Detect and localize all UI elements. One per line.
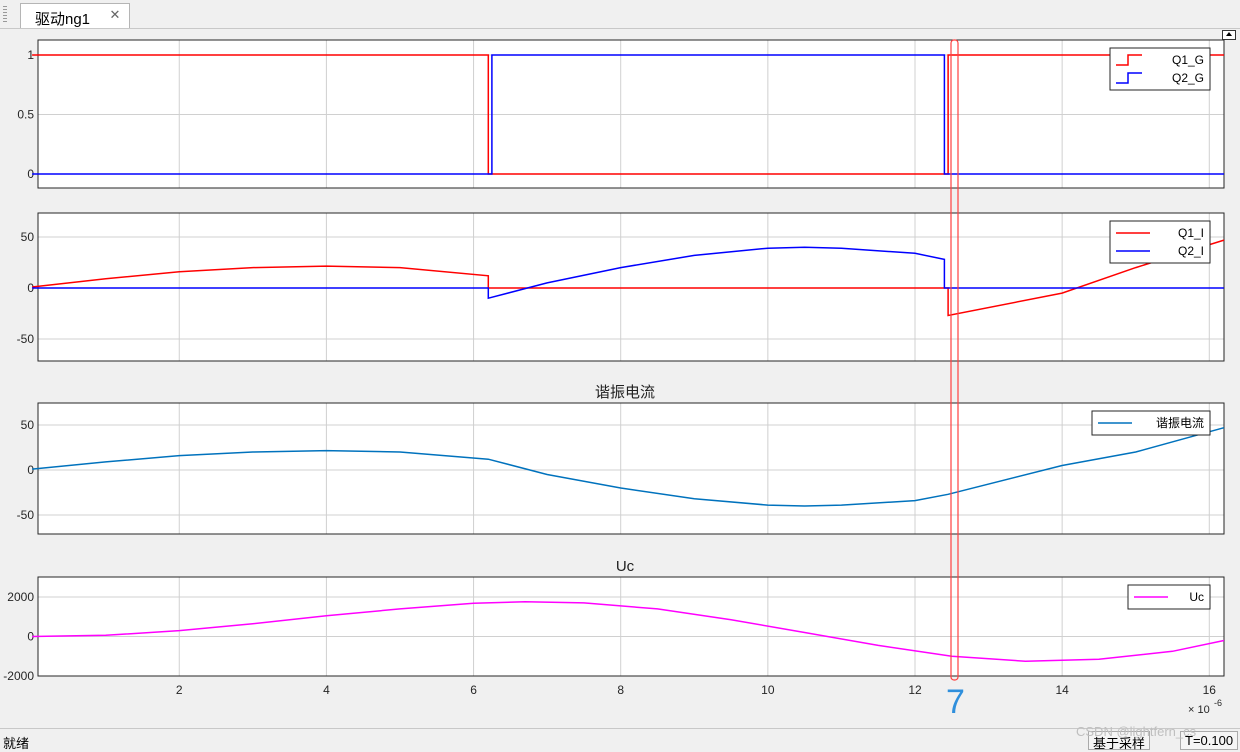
plot-area [37, 402, 1225, 535]
x-tick-label: 16 [1203, 683, 1217, 697]
y-tick-label: 0.5 [17, 108, 34, 122]
y-tick-label: -50 [17, 332, 35, 346]
legend[interactable]: Q1_G Q2_G [1109, 47, 1211, 91]
axes-panel-3[interactable]: 500-50谐振电流谐振电流 [17, 384, 1225, 535]
tab-label: 驱动ng1 [35, 11, 91, 28]
axes-panel-1[interactable]: 10.50Q1_GQ2_G [17, 39, 1225, 189]
status-text: 就绪 [3, 736, 30, 751]
x-tick-label: 8 [617, 683, 624, 697]
x-tick-label: 12 [908, 683, 922, 697]
x-tick-label: 10 [761, 683, 775, 697]
tab-scope[interactable]: 驱动ng1 ✕ [20, 3, 130, 28]
legend-label: Q2_G [1172, 71, 1204, 85]
x-tick-label: 14 [1055, 683, 1069, 697]
legend-label: Uc [1189, 590, 1204, 604]
legend-label: Q1_I [1178, 226, 1204, 240]
y-tick-label: -50 [17, 508, 35, 522]
axes-title: Uc [616, 558, 635, 575]
y-tick-label: 50 [21, 230, 35, 244]
status-bar: 就绪 基于采样 T=0.100 [0, 728, 1240, 752]
x-tick-label: 4 [323, 683, 330, 697]
axes-title: 谐振电流 [595, 384, 655, 401]
x-tick-label: 6 [470, 683, 477, 697]
tab-grip[interactable] [3, 6, 7, 22]
close-icon[interactable]: ✕ [107, 7, 123, 23]
legend-label: Q2_I [1178, 244, 1204, 258]
legend-label: Q1_G [1172, 53, 1204, 67]
x-tick-label: 2 [176, 683, 183, 697]
x-exponent-label: × 10 [1188, 704, 1210, 716]
legend[interactable]: 谐振电流 [1091, 410, 1211, 436]
y-tick-label: 50 [21, 418, 35, 432]
axes-panel-4[interactable]: 20000-2000UcUc [3, 558, 1225, 683]
legend-label: 谐振电流 [1156, 416, 1204, 430]
cursor-marker-label: 7 [946, 683, 965, 721]
legend[interactable]: Uc [1127, 584, 1211, 610]
scope-figure: 10.50Q1_GQ2_G500-50Q1_IQ2_I500-50谐振电流谐振电… [3, 39, 1225, 716]
legend[interactable]: Q1_I Q2_I [1109, 220, 1211, 264]
x-exponent-power: -6 [1214, 698, 1222, 708]
y-tick-label: -2000 [3, 669, 34, 683]
watermark: CSDN @lightfern_cs [1076, 724, 1197, 739]
axes-panel-2[interactable]: 500-50Q1_IQ2_I [17, 212, 1225, 362]
y-tick-label: 0 [27, 463, 34, 477]
y-tick-label: 2000 [7, 590, 34, 604]
tab-bar: 驱动ng1 ✕ [0, 0, 1240, 29]
